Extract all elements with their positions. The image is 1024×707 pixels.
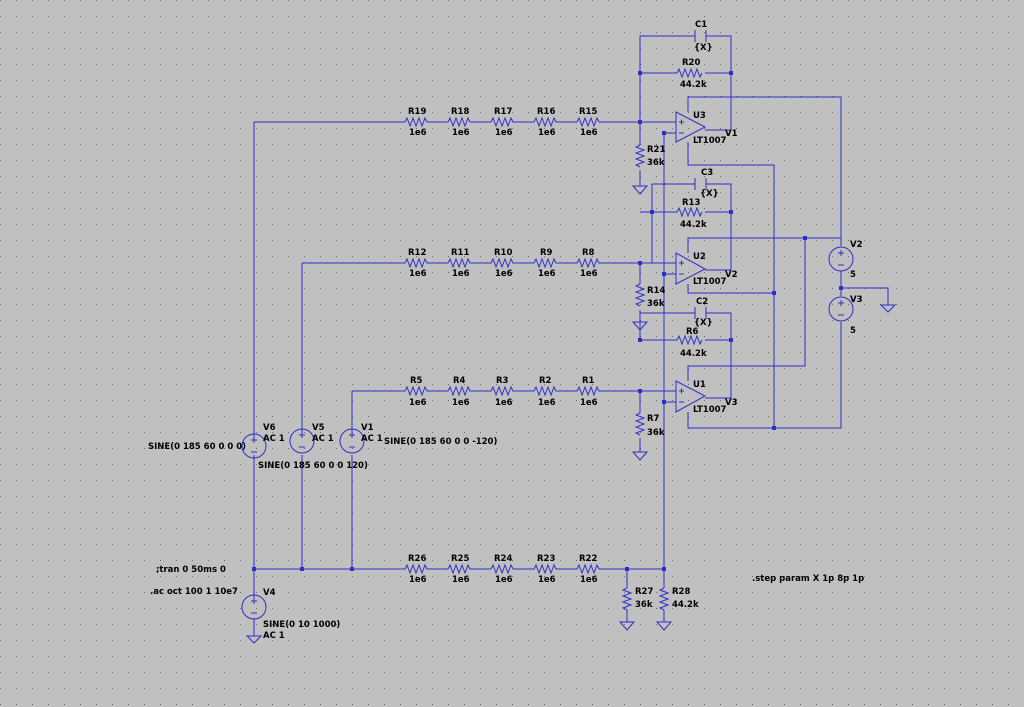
resistor-label: R9 xyxy=(540,248,553,258)
capacitor-label: C3 xyxy=(701,168,713,178)
resistor-label: R8 xyxy=(582,248,595,258)
resistor-value: 1e6 xyxy=(452,575,470,585)
resistor-value: 36k xyxy=(647,158,665,168)
opamp-model: LT1007 xyxy=(693,136,727,146)
source-label: V6 xyxy=(263,423,276,433)
resistor-value: 1e6 xyxy=(409,575,427,585)
schematic-canvas[interactable]: R19 1e6 R18 1e6 R17 1e6 R16 1e6 R15 1e6 … xyxy=(0,0,1024,707)
resistor-label: R7 xyxy=(647,414,660,424)
resistor-value: 1e6 xyxy=(452,269,470,279)
step-directive[interactable]: .step param X 1p 8p 1p xyxy=(752,574,864,584)
opamp-model: LT1007 xyxy=(693,405,727,415)
resistor-label: R26 xyxy=(408,554,426,564)
resistor-value: 1e6 xyxy=(580,269,598,279)
resistor-value: 36k xyxy=(647,428,665,438)
ac-directive[interactable]: .ac oct 100 1 10e7 xyxy=(150,587,238,597)
resistor-value: 1e6 xyxy=(495,575,513,585)
source-ac: AC 1 xyxy=(312,434,334,444)
source-label: V4 xyxy=(263,588,276,598)
resistor-value: 1e6 xyxy=(409,269,427,279)
opamp-label: U2 xyxy=(693,252,706,262)
opamp-label: U3 xyxy=(693,111,706,121)
resistor-value: 44.2k xyxy=(680,349,707,359)
resistor-label: R14 xyxy=(647,286,665,296)
resistor-value: 1e6 xyxy=(409,398,427,408)
output-net-label: V2 xyxy=(725,270,738,280)
resistor-label: R10 xyxy=(494,248,512,258)
resistor-value: 1e6 xyxy=(495,398,513,408)
resistor-label: R23 xyxy=(537,554,555,564)
source-ac: AC 1 xyxy=(263,631,285,641)
resistor-value: 1e6 xyxy=(580,575,598,585)
resistor-label: R28 xyxy=(672,587,690,597)
resistor-label: R11 xyxy=(451,248,469,258)
resistor-label: R20 xyxy=(682,58,700,68)
resistor-value: 1e6 xyxy=(409,128,427,138)
capacitor-value: {X} xyxy=(694,43,713,53)
source-spec: SINE(0 185 60 0 0 -120) xyxy=(384,437,497,447)
resistor-label: R4 xyxy=(453,376,466,386)
resistor-label: R6 xyxy=(686,327,699,337)
resistor-value: 44.2k xyxy=(680,80,707,90)
resistor-value: 36k xyxy=(647,299,665,309)
resistor-label: R27 xyxy=(635,587,653,597)
resistor-value: 1e6 xyxy=(495,128,513,138)
output-net-label: V3 xyxy=(725,398,738,408)
resistor-label: R25 xyxy=(451,554,469,564)
opamp-label: U1 xyxy=(693,380,706,390)
source-label: V3 xyxy=(850,295,863,305)
resistor-label: R3 xyxy=(496,376,509,386)
resistor-value: 1e6 xyxy=(538,398,556,408)
source-spec: SINE(0 185 60 0 0 120) xyxy=(258,461,368,471)
capacitor-value: {X} xyxy=(700,189,719,199)
resistor-value: 1e6 xyxy=(580,398,598,408)
resistor-value: 1e6 xyxy=(580,128,598,138)
resistor-value: 1e6 xyxy=(452,128,470,138)
resistor-label: R24 xyxy=(494,554,512,564)
schematic-drawing: R19 1e6 R18 1e6 R17 1e6 R16 1e6 R15 1e6 … xyxy=(0,0,1024,707)
resistor-label: R1 xyxy=(582,376,595,386)
resistor-value: 44.2k xyxy=(672,600,699,610)
source-label: V2 xyxy=(850,240,863,250)
resistor-label: R16 xyxy=(537,107,555,117)
resistor-label: R21 xyxy=(647,145,665,155)
resistor-label: R19 xyxy=(408,107,426,117)
resistor-label: R15 xyxy=(579,107,597,117)
source-spec: SINE(0 10 1000) xyxy=(263,620,340,630)
resistor-label: R17 xyxy=(494,107,512,117)
resistor-label: R18 xyxy=(451,107,469,117)
source-label: V5 xyxy=(312,423,325,433)
resistor-value: 1e6 xyxy=(495,269,513,279)
output-net-label: V1 xyxy=(725,129,738,139)
resistor-label: R12 xyxy=(408,248,426,258)
source-ac: AC 1 xyxy=(263,434,285,444)
resistor-value: 1e6 xyxy=(538,575,556,585)
opamp-model: LT1007 xyxy=(693,277,727,287)
source-value: 5 xyxy=(850,326,856,336)
resistor-label: R5 xyxy=(410,376,423,386)
resistor-value: 44.2k xyxy=(680,220,707,230)
capacitor-label: C1 xyxy=(695,20,707,30)
resistor-value: 1e6 xyxy=(452,398,470,408)
capacitor-label: C2 xyxy=(696,297,708,307)
resistor-value: 36k xyxy=(635,600,653,610)
tran-directive[interactable]: ;tran 0 50ms 0 xyxy=(156,565,226,575)
source-label: V1 xyxy=(361,423,374,433)
source-spec: SINE(0 185 60 0 0 0) xyxy=(148,442,246,452)
source-value: 5 xyxy=(850,270,856,280)
resistor-label: R13 xyxy=(682,198,700,208)
source-ac: AC 1 xyxy=(361,434,383,444)
resistor-value: 1e6 xyxy=(538,269,556,279)
resistor-label: R2 xyxy=(539,376,552,386)
resistor-label: R22 xyxy=(579,554,597,564)
resistor-value: 1e6 xyxy=(538,128,556,138)
